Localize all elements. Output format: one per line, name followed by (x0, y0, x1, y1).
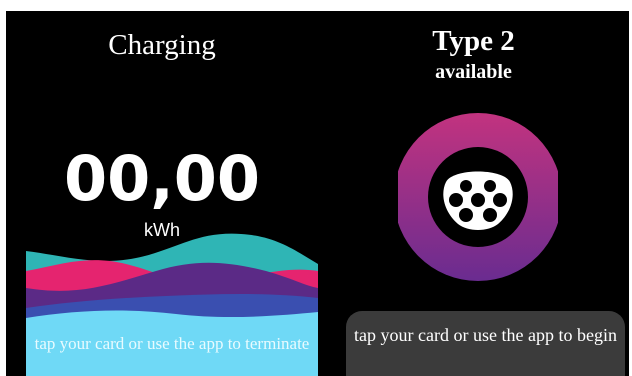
charging-title: Charging (108, 29, 216, 61)
connector-type: Type 2 (432, 25, 515, 57)
connector-status: available (435, 61, 512, 83)
charging-instruction: tap your card or use the app to terminat… (34, 334, 310, 353)
type2-connector-icon (398, 113, 558, 281)
connector-panel: Type 2 available tap your card or use th… (318, 11, 629, 376)
energy-reading: 00,00 (63, 142, 261, 215)
begin-instruction: tap your card or use the app to begin (354, 325, 617, 345)
charging-panel: Charging 00,00 kWh tap your card or use … (6, 11, 318, 376)
charger-screen: Charging 00,00 kWh tap your card or use … (6, 11, 629, 376)
